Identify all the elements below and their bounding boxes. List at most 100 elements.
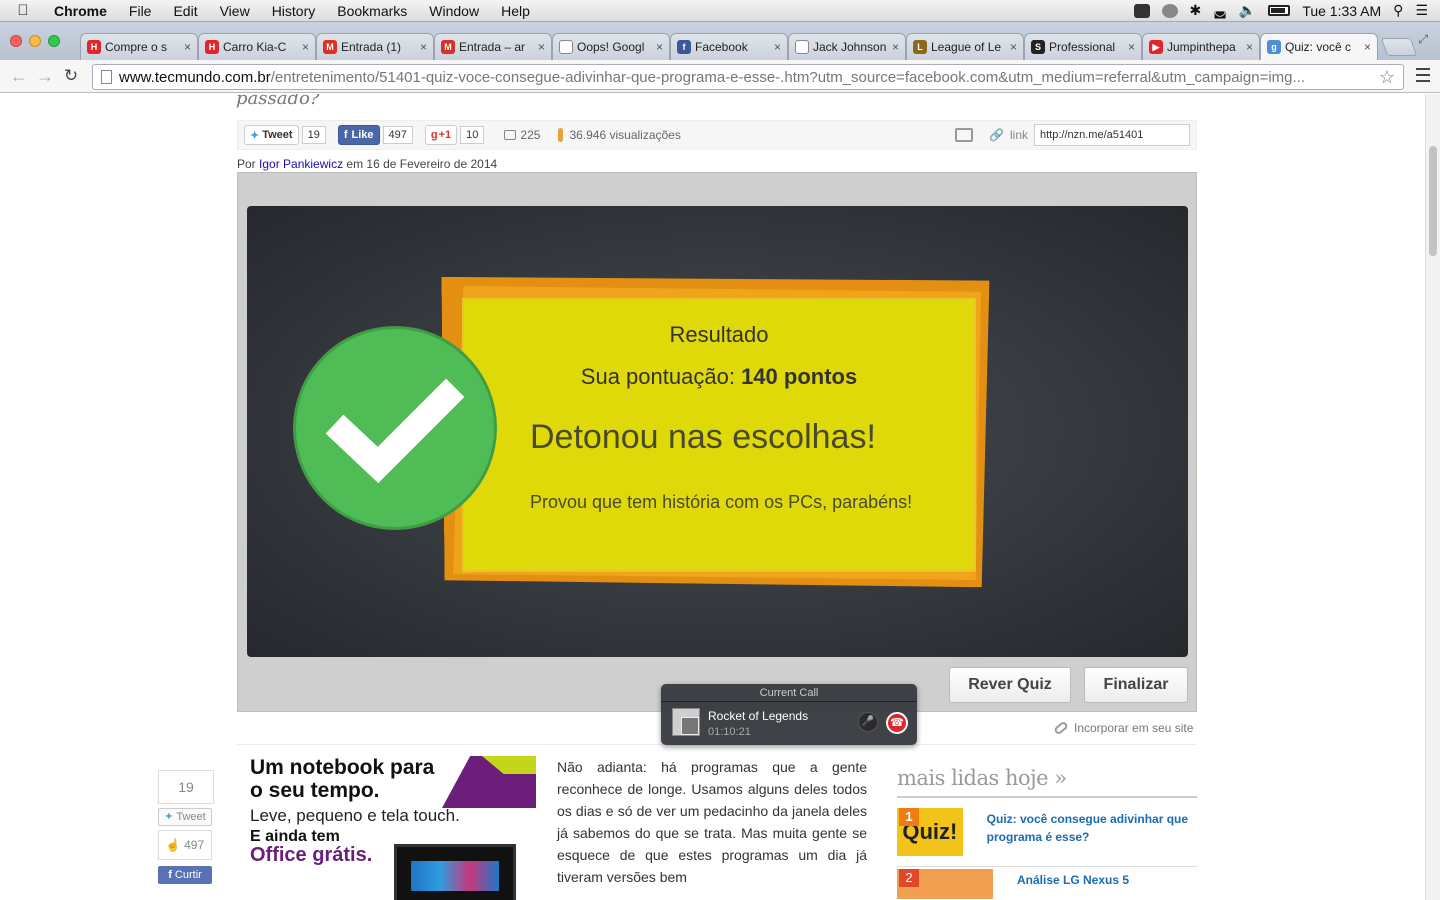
most-read-link[interactable]: Quiz: você consegue adivinhar que progra… (987, 810, 1197, 856)
browser-tab[interactable]: g Quiz: você c × (1260, 33, 1378, 60)
chrome-menu-icon[interactable] (1416, 68, 1430, 82)
thermometer-icon (558, 128, 564, 142)
most-read-thumb[interactable]: 2 (897, 869, 993, 899)
address-bar[interactable]: www.tecmundo.com.br/entretenimento/51401… (92, 64, 1404, 90)
print-icon[interactable] (955, 128, 974, 142)
tweet-count: 19 (301, 126, 326, 144)
forward-button[interactable]: → (32, 66, 58, 87)
menu-edit[interactable]: Edit (162, 3, 208, 19)
most-read-item[interactable]: 2 Análise LG Nexus 5 (897, 869, 1197, 899)
most-read-link[interactable]: Análise LG Nexus 5 (1017, 871, 1129, 899)
result-message: Provou que tem história com os PCs, para… (530, 492, 913, 512)
caller-avatar (672, 708, 700, 736)
close-tab-icon[interactable]: × (1246, 40, 1253, 54)
browser-tab[interactable]: S Professional × (1024, 33, 1142, 60)
reload-button[interactable]: ↻ (58, 66, 84, 86)
menu-history[interactable]: History (261, 3, 327, 19)
result-heading: Resultado (669, 322, 769, 347)
minimize-window-button[interactable] (29, 35, 41, 47)
gplus-label: +1 (438, 129, 452, 141)
tab-favicon-icon: M (323, 40, 337, 54)
skype-call-popup[interactable]: Current Call Rocket of Legends 01:10:21 … (661, 684, 917, 745)
chain-link-icon (1053, 720, 1069, 736)
mute-microphone-button[interactable]: 🎤 (858, 712, 878, 732)
fullscreen-icon[interactable]: ⤢ (1418, 32, 1428, 47)
menu-app-chrome[interactable]: Chrome (46, 3, 118, 19)
close-tab-icon[interactable]: × (538, 40, 545, 54)
browser-tab[interactable]: Oops! Googl × (552, 33, 670, 60)
menu-file[interactable]: File (118, 3, 163, 19)
notification-center-icon[interactable]: ☰ (1415, 2, 1428, 19)
score-line: Sua pontuação: 140 pontos (464, 364, 974, 390)
short-link-field[interactable] (1034, 124, 1190, 146)
side-like-count[interactable]: ☝ 497 (158, 830, 212, 860)
hang-up-button[interactable]: ☎ (886, 712, 908, 734)
embed-link[interactable]: Incorporar em seu site (1053, 720, 1193, 736)
clock[interactable]: Tue 1:33 AM (1302, 3, 1381, 19)
tab-title: Entrada (1) (341, 40, 402, 54)
tab-favicon-icon (795, 40, 809, 54)
menu-help[interactable]: Help (490, 3, 541, 19)
scrollbar-thumb[interactable] (1429, 146, 1437, 256)
new-tab-button[interactable] (1380, 38, 1418, 56)
browser-tab[interactable]: H Compre o s × (80, 33, 198, 60)
side-facebook-button[interactable]: f Curtir (158, 866, 212, 884)
bluetooth-icon[interactable]: ✱ (1190, 2, 1202, 19)
browser-tab[interactable]: L League of Le × (906, 33, 1024, 60)
call-header: Current Call (661, 684, 917, 702)
review-quiz-button[interactable]: Rever Quiz (949, 667, 1071, 703)
menu-window[interactable]: Window (418, 3, 490, 19)
quiz-result-panel: Resultado Sua pontuação: 140 pontos Deto… (247, 206, 1188, 657)
volume-icon[interactable]: 🔈 (1239, 2, 1256, 19)
author-link[interactable]: Igor Pankiewicz (259, 157, 343, 171)
close-tab-icon[interactable]: × (892, 40, 899, 54)
tab-favicon-icon: M (441, 40, 455, 54)
quiz-frame: Resultado Sua pontuação: 140 pontos Deto… (237, 172, 1197, 712)
close-tab-icon[interactable]: × (1128, 40, 1135, 54)
battery-icon[interactable] (1268, 5, 1291, 16)
close-tab-icon[interactable]: × (656, 40, 663, 54)
tab-favicon-icon: S (1031, 40, 1045, 54)
browser-tab[interactable]: Jack Johnson × (788, 33, 906, 60)
like-count: 497 (382, 126, 413, 144)
browser-tab[interactable]: M Entrada (1) × (316, 33, 434, 60)
side-like-value: 497 (184, 838, 205, 852)
side-tweet-button[interactable]: ✦ Tweet (158, 808, 212, 826)
bookmark-star-icon[interactable]: ☆ (1379, 67, 1395, 88)
close-tab-icon[interactable]: × (420, 40, 427, 54)
close-tab-icon[interactable]: × (302, 40, 309, 54)
skype-status-icon[interactable] (1133, 3, 1150, 18)
back-button[interactable]: ← (6, 66, 32, 87)
browser-tab[interactable]: ▶ Jumpinthepa × (1142, 33, 1260, 60)
browser-tab[interactable]: H Carro Kia-C × (198, 33, 316, 60)
close-tab-icon[interactable]: × (184, 40, 191, 54)
browser-tab[interactable]: f Facebook × (670, 33, 788, 60)
gplus-button[interactable]: g +1 (424, 125, 458, 145)
tweet-button[interactable]: ✦ Tweet (244, 125, 299, 145)
notebook-ad[interactable]: Um notebook para o seu tempo. Leve, pequ… (250, 756, 540, 900)
finish-quiz-button[interactable]: Finalizar (1084, 667, 1188, 703)
browser-tab[interactable]: M Entrada – ar × (434, 33, 552, 60)
zoom-window-button[interactable] (48, 35, 60, 47)
apple-icon[interactable]:  (0, 2, 46, 19)
close-tab-icon[interactable]: × (1010, 40, 1017, 54)
macos-menubar:  Chrome File Edit View History Bookmark… (0, 0, 1440, 22)
menu-bookmarks[interactable]: Bookmarks (326, 3, 418, 19)
close-window-button[interactable] (10, 35, 22, 47)
menu-view[interactable]: View (209, 3, 261, 19)
most-read-thumb[interactable]: 1 Quiz! (897, 808, 963, 856)
close-tab-icon[interactable]: × (1364, 40, 1371, 54)
wifi-icon[interactable]: ◛ (1213, 2, 1227, 19)
facebook-like-button[interactable]: f Like (337, 125, 380, 145)
time-machine-icon[interactable] (1161, 3, 1178, 18)
comments-link[interactable]: 225 (504, 128, 540, 142)
page-scrollbar[interactable] (1425, 94, 1440, 900)
most-read-item[interactable]: 1 Quiz! Quiz: você consegue adivinhar qu… (897, 808, 1197, 867)
spotlight-search-icon[interactable]: ⚲ (1393, 2, 1403, 19)
result-card: Resultado Sua pontuação: 140 pontos Deto… (462, 298, 976, 572)
tab-title: League of Le (931, 40, 1002, 54)
close-tab-icon[interactable]: × (774, 40, 781, 54)
url-path: /entretenimento/51401-quiz-voce-consegue… (270, 68, 1306, 86)
most-read-title[interactable]: mais lidas hoje » (897, 766, 1197, 798)
page-icon (101, 70, 112, 84)
